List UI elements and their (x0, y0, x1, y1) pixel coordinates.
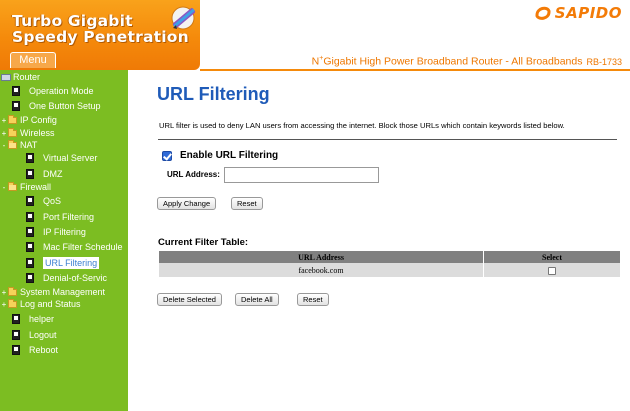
collapse-toggle[interactable]: - (1, 141, 7, 150)
brand-title-line2: Speedy Penetration (12, 28, 189, 46)
sidebar-item-log-and-status[interactable]: + Log and Status (1, 297, 81, 311)
sidebar-item-operation-mode[interactable]: Operation Mode (12, 84, 94, 98)
sidebar-item-url-filtering[interactable]: URL Filtering (26, 256, 100, 270)
sapido-swirl-icon (535, 6, 551, 20)
sidebar-item-label: DMZ (43, 169, 63, 179)
folder-icon (8, 298, 17, 308)
header-rule (200, 69, 630, 71)
sidebar-item-label: Router (13, 72, 41, 82)
page-icon (26, 273, 34, 283)
sidebar-menu: Router Operation Mode One Button Setup +… (0, 70, 128, 411)
sidebar-item-denial-of-service[interactable]: Denial-of-Servic (26, 271, 107, 285)
apply-change-button[interactable]: Apply Change (157, 197, 217, 210)
filter-table: URL Address Select facebook.com (158, 251, 621, 277)
column-header-url: URL Address (159, 251, 483, 263)
brand-banner: Turbo Gigabit Speedy Penetration Menu (0, 0, 200, 70)
sidebar-item-label: IP Filtering (43, 227, 86, 237)
folder-icon (8, 127, 17, 137)
page-icon (26, 227, 34, 237)
expand-toggle[interactable]: + (1, 288, 7, 297)
sidebar-item-label: URL Filtering (43, 257, 100, 269)
sidebar-item-nat[interactable]: - NAT (1, 138, 37, 152)
sidebar-item-virtual-server[interactable]: Virtual Server (26, 151, 97, 165)
sidebar-item-label: IP Config (20, 115, 57, 125)
sidebar-item-port-filtering[interactable]: Port Filtering (26, 210, 94, 224)
current-filter-table-title: Current Filter Table: (158, 237, 249, 248)
sidebar-item-reboot[interactable]: Reboot (12, 343, 58, 357)
page-description: URL filter is used to deny LAN users fro… (159, 121, 565, 130)
enable-url-filtering-checkbox[interactable] (162, 150, 172, 161)
page-icon (12, 101, 20, 111)
table-cell-url: facebook.com (159, 263, 483, 277)
sidebar-item-label: Denial-of-Servic (43, 273, 108, 283)
open-folder-icon (8, 139, 17, 149)
page-icon (26, 153, 34, 163)
sidebar-item-label: Mac Filter Schedule (43, 242, 123, 252)
tagline-main: Gigabit High Power Broadband Router - Al… (323, 55, 583, 68)
open-folder-icon (8, 181, 17, 191)
page-icon (26, 242, 34, 252)
url-address-label: URL Address: (167, 170, 220, 179)
pen-orb-icon (171, 6, 196, 30)
page-icon (12, 314, 20, 324)
sidebar-item-helper[interactable]: helper (12, 312, 54, 326)
expand-toggle[interactable]: + (1, 116, 7, 125)
sidebar-item-one-button-setup[interactable]: One Button Setup (12, 99, 101, 113)
sidebar-item-label: Firewall (20, 182, 52, 192)
page-title: URL Filtering (157, 84, 270, 104)
page-icon (26, 212, 34, 222)
page-icon (12, 330, 20, 340)
sidebar-item-label: QoS (43, 196, 62, 206)
page-icon (12, 86, 20, 96)
page-icon (12, 345, 20, 355)
delete-all-button[interactable]: Delete All (235, 293, 279, 306)
divider (158, 139, 617, 140)
sidebar-item-label: helper (29, 314, 55, 324)
sapido-logo: SAPIDO (533, 2, 622, 24)
sidebar-item-label: Logout (29, 330, 57, 340)
delete-selected-button[interactable]: Delete Selected (157, 293, 222, 306)
model-number: RB-1733 (586, 56, 622, 67)
table-row: facebook.com (159, 263, 620, 277)
table-reset-button[interactable]: Reset (297, 293, 329, 306)
reset-button[interactable]: Reset (231, 197, 263, 210)
sidebar-item-ip-filtering[interactable]: IP Filtering (26, 225, 86, 239)
sidebar-item-label: One Button Setup (29, 101, 101, 111)
table-cell-select (484, 263, 620, 277)
page-icon (26, 169, 34, 179)
sidebar-item-firewall[interactable]: - Firewall (1, 180, 51, 194)
sidebar-item-label: Operation Mode (29, 86, 94, 96)
sidebar-item-logout[interactable]: Logout (12, 328, 57, 342)
page-icon (26, 196, 34, 206)
menu-tab[interactable]: Menu (10, 52, 56, 68)
table-header-row: URL Address Select (159, 251, 620, 263)
enable-url-filtering-row: Enable URL Filtering (162, 150, 278, 161)
folder-icon (8, 286, 17, 296)
expand-toggle[interactable]: + (1, 300, 7, 309)
row-select-checkbox[interactable] (548, 266, 556, 275)
expand-toggle[interactable]: + (1, 129, 7, 138)
sidebar-item-mac-filter-schedule[interactable]: Mac Filter Schedule (26, 240, 123, 254)
sidebar-item-ip-config[interactable]: + IP Config (1, 113, 57, 127)
product-tagline: N+Gigabit High Power Broadband Router - … (312, 55, 622, 68)
page-icon (26, 258, 34, 268)
sidebar-item-router[interactable]: Router (1, 70, 40, 84)
collapse-toggle[interactable]: - (1, 183, 7, 192)
enable-url-filtering-label: Enable URL Filtering (180, 150, 279, 161)
sidebar-item-label: Reboot (29, 345, 59, 355)
logo-text: SAPIDO (554, 4, 622, 22)
url-address-input[interactable] (224, 167, 379, 183)
sidebar-item-dmz[interactable]: DMZ (26, 167, 63, 181)
column-header-select: Select (484, 251, 620, 263)
sidebar-item-label: Port Filtering (43, 212, 95, 222)
computer-icon (1, 73, 11, 81)
sidebar-item-label: Virtual Server (43, 153, 98, 163)
sidebar-item-label: Log and Status (20, 299, 81, 309)
sidebar-item-qos[interactable]: QoS (26, 194, 61, 208)
sidebar-item-label: NAT (20, 140, 38, 150)
folder-icon (8, 114, 17, 124)
